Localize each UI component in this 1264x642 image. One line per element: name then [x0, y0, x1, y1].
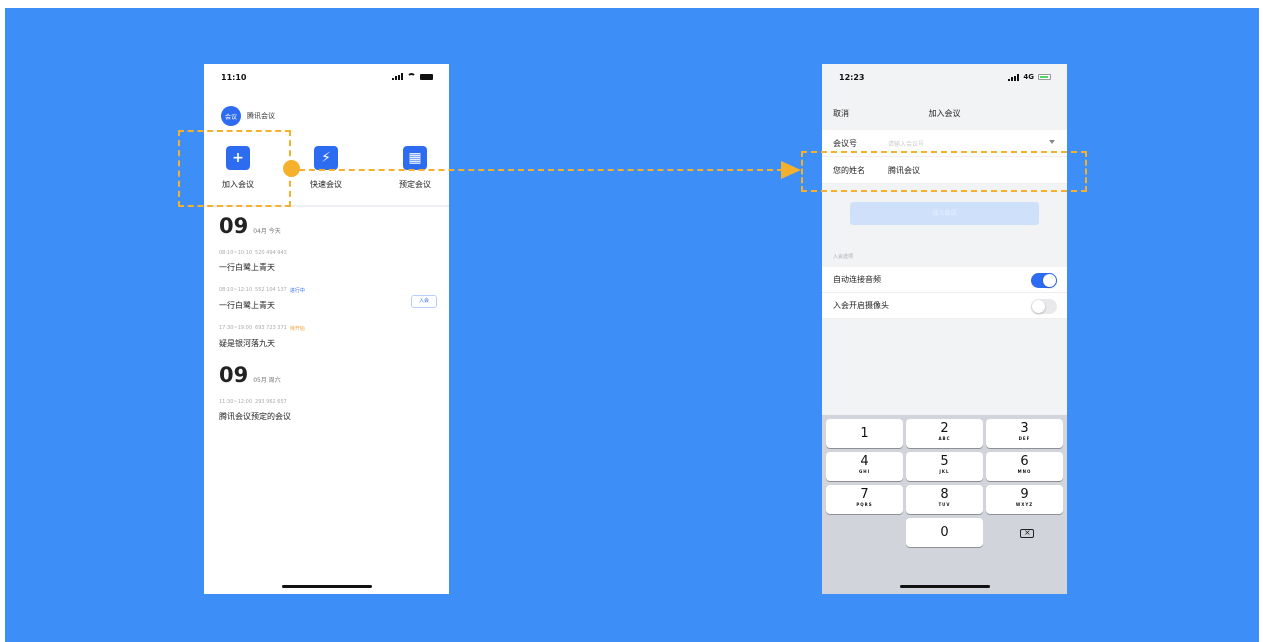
status-bar: 12:23 4G — [822, 64, 1067, 92]
meeting-title: 疑是银河落九天 — [219, 339, 275, 348]
meeting-title: 一行白鹭上青天 — [219, 301, 275, 310]
signal-icon — [392, 73, 403, 80]
day-subtitle: 04月 今天 — [253, 228, 281, 235]
highlight-join-button — [178, 130, 291, 207]
day-number: 09 — [219, 363, 249, 387]
schedule-meeting-button[interactable]: ▦ 预定会议 — [390, 146, 440, 190]
app-name: 腾讯会议 — [247, 112, 275, 120]
key-9[interactable]: 9 WXYZ — [986, 485, 1063, 514]
key-3[interactable]: 3 DEF — [986, 419, 1063, 448]
battery-icon — [420, 73, 433, 80]
key-6[interactable]: 6 MNO — [986, 452, 1063, 481]
meeting-id: 520 494 943 — [255, 250, 287, 256]
meeting-time: 08:10~10:10 — [219, 250, 253, 256]
key-7[interactable]: 7 PQRS — [826, 485, 903, 514]
status-icons — [392, 73, 433, 80]
network-type: 4G — [1023, 73, 1034, 81]
join-options: 自动连接音频 入会开启摄像头 — [822, 267, 1067, 319]
section-title: 入会选项 — [833, 254, 854, 260]
home-indicator[interactable] — [899, 585, 990, 588]
join-meeting-phone: 12:23 4G 取消 加入会议 会议号 请输入会议号 您的姓名 腾讯会议 加入… — [822, 64, 1067, 594]
status-badge: 进行中 — [289, 288, 305, 294]
day-header: 09 05月 周六 — [219, 363, 439, 387]
quick-meeting-label: 快速会议 — [310, 180, 342, 189]
meeting-time: 17:30~19:00 — [219, 325, 253, 331]
slide-background — [5, 8, 1259, 642]
camera-toggle[interactable] — [1031, 299, 1057, 314]
key-2[interactable]: 2 ABC — [906, 419, 983, 448]
meeting-time: 11:30~12:00 — [219, 399, 253, 405]
auto-audio-row: 自动连接音频 — [822, 267, 1067, 293]
signal-icon — [1008, 73, 1020, 81]
auto-audio-label: 自动连接音频 — [833, 275, 881, 284]
join-submit-button[interactable]: 加入会议 — [850, 202, 1039, 225]
home-indicator[interactable] — [281, 585, 372, 588]
list-item[interactable]: 17:30~19:00 693 723 371 待开始 疑是银河落九天 — [219, 325, 439, 349]
meeting-time: 08:10~12:10 — [219, 287, 253, 293]
meeting-list: 09 04月 今天 08:10~10:10 520 494 943 一行白鹭上青… — [219, 214, 439, 436]
camera-label: 入会开启摄像头 — [833, 301, 889, 310]
lightning-icon: ⚡ — [314, 146, 338, 170]
join-button[interactable]: 入会 — [411, 295, 437, 308]
page-title: 加入会议 — [928, 109, 961, 118]
day-subtitle: 05月 周六 — [253, 377, 281, 384]
highlight-name-field — [801, 151, 1087, 192]
meeting-id-input[interactable]: 请输入会议号 — [888, 139, 924, 148]
meeting-id: 693 723 371 — [255, 325, 287, 331]
connector-dot — [283, 160, 300, 177]
list-item[interactable]: 08:10~10:10 520 494 943 一行白鹭上青天 — [219, 250, 439, 273]
camera-row: 入会开启摄像头 — [822, 293, 1067, 319]
meeting-title: 腾讯会议预定的会议 — [219, 412, 291, 421]
avatar[interactable]: 会议 — [221, 106, 241, 126]
status-bar: 11:10 — [204, 64, 449, 92]
numeric-keypad: 1 2 ABC 3 DEF 4 GHI 5 JKL 6 MNO 7 PQRS 8 TUV 9W… — [822, 415, 1067, 594]
wifi-icon — [407, 73, 416, 80]
key-8[interactable]: 8 TUV — [906, 485, 983, 514]
status-time: 11:10 — [221, 73, 247, 82]
battery-icon — [1038, 74, 1051, 80]
key-0[interactable]: 0 — [906, 518, 983, 547]
arrow-icon — [781, 161, 801, 179]
quick-meeting-button[interactable]: ⚡ 快速会议 — [301, 146, 351, 190]
meeting-id-label: 会议号 — [833, 138, 857, 148]
list-item[interactable]: 08:10~12:10 552 104 137 进行中 一行白鹭上青天 入会 — [219, 287, 439, 311]
connector-line — [299, 169, 783, 171]
calendar-icon: ▦ — [403, 146, 427, 170]
key-1[interactable]: 1 — [826, 419, 903, 448]
day-header: 09 04月 今天 — [219, 214, 439, 238]
status-icons: 4G — [1008, 73, 1051, 81]
day-number: 09 — [219, 214, 249, 238]
meeting-id: 552 104 137 — [255, 287, 287, 293]
status-time: 12:23 — [839, 73, 865, 82]
backspace-icon[interactable]: × — [1020, 528, 1034, 538]
meeting-title: 一行白鹭上青天 — [219, 263, 275, 272]
auto-audio-toggle[interactable] — [1031, 273, 1057, 288]
status-badge: 待开始 — [289, 326, 305, 332]
key-4[interactable]: 4 GHI — [826, 452, 903, 481]
list-item[interactable]: 11:30~12:00 293 962 657 腾讯会议预定的会议 — [219, 399, 439, 422]
schedule-meeting-label: 预定会议 — [399, 180, 431, 189]
chevron-down-icon[interactable] — [1049, 140, 1055, 144]
key-5[interactable]: 5 JKL — [906, 452, 983, 481]
nav-bar: 取消 加入会议 — [822, 100, 1067, 124]
meeting-id: 293 962 657 — [255, 399, 287, 405]
app-header: 会议 腾讯会议 — [221, 106, 275, 126]
